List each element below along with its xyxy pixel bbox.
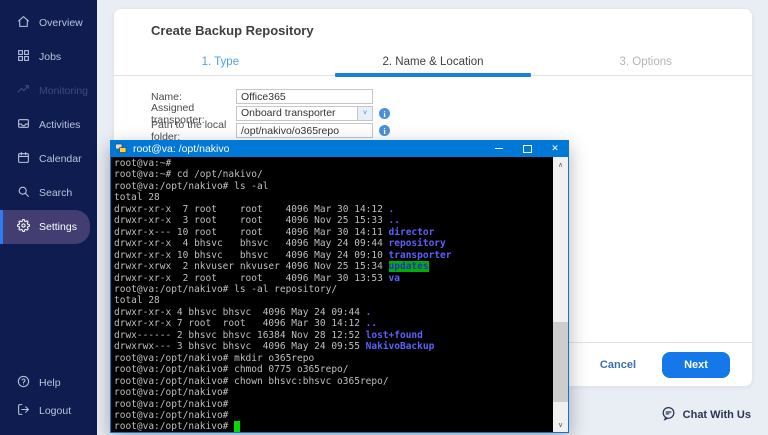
terminal-line: drwxr-xr-x 4 bhsvc bhsvc 4096 May 24 09:… — [114, 238, 552, 249]
info-icon[interactable]: i — [379, 125, 390, 136]
terminal-line: root@va:/opt/nakivo# ls -al — [114, 181, 552, 192]
next-button[interactable]: Next — [662, 352, 730, 378]
monitoring-icon — [17, 83, 30, 99]
sidebar-item-overview[interactable]: Overview — [0, 6, 90, 40]
terminal-line: root@va:/opt/nakivo# — [114, 399, 552, 410]
chat-bubble-icon — [661, 406, 676, 424]
terminal-scrollbar[interactable] — [553, 157, 568, 432]
terminal-line: root@va:~# — [114, 158, 552, 169]
terminal-line: root@va:/opt/nakivo# ls -al repository/ — [114, 284, 552, 295]
assigned-transporter-select[interactable]: Onboard transporter˅ — [236, 106, 373, 121]
sidebar-item-label: Settings — [39, 221, 77, 233]
sidebar-item-monitoring: Monitoring — [0, 74, 90, 108]
terminal-line: total 28 — [114, 192, 552, 203]
terminal-titlebar[interactable]: root@va: /opt/nakivo — [110, 140, 569, 157]
chat-with-us-label: Chat With Us — [683, 409, 751, 421]
sidebar-item-logout[interactable]: Logout — [0, 397, 90, 425]
sidebar-item-label: Jobs — [39, 51, 61, 63]
overview-icon — [17, 15, 30, 31]
scrollbar-thumb[interactable] — [553, 322, 568, 402]
terminal-line: root@va:/opt/nakivo# mkdir o365repo — [114, 353, 552, 364]
sidebar-item-label: Monitoring — [39, 85, 88, 97]
sidebar-item-help[interactable]: Help — [0, 369, 90, 397]
terminal-line: drwxr-xr-x 2 root root 4096 Mar 30 13:53… — [114, 273, 552, 284]
info-icon[interactable]: i — [379, 108, 390, 119]
terminal-line: total 28 — [114, 295, 552, 306]
tab-1-type[interactable]: 1. Type — [114, 51, 327, 75]
jobs-icon — [17, 49, 30, 65]
name-input[interactable] — [236, 89, 373, 104]
tab-3-options: 3. Options — [539, 51, 752, 75]
maximize-button[interactable] — [513, 140, 541, 157]
terminal-line: drwxr-xr-x 7 root root 4096 Mar 30 14:12… — [114, 318, 552, 329]
minimize-button[interactable] — [485, 140, 513, 157]
sidebar-item-label: Overview — [39, 17, 83, 29]
sidebar-item-label: Logout — [39, 405, 71, 417]
putty-terminal-window: root@va: /opt/nakivo root@va:~#root@va:~… — [110, 140, 569, 433]
settings-icon — [17, 219, 30, 235]
close-button[interactable] — [541, 140, 569, 157]
sidebar-item-calendar[interactable]: Calendar — [0, 142, 90, 176]
sidebar-item-label: Help — [39, 377, 61, 389]
sidebar-item-activities[interactable]: Activities — [0, 108, 90, 142]
calendar-icon — [17, 151, 30, 167]
terminal-window-controls — [485, 140, 569, 157]
terminal-line: drwxr-xr-x 10 bhsvc bhsvc 4096 May 24 09… — [114, 250, 552, 261]
terminal-title: root@va: /opt/nakivo — [133, 143, 229, 155]
wizard-form: Name:Assigned transporter:Onboard transp… — [151, 89, 390, 140]
activities-icon — [17, 117, 30, 133]
sidebar-item-settings[interactable]: Settings — [0, 210, 90, 244]
chat-with-us-button[interactable]: Chat With Us — [661, 406, 751, 424]
assigned-transporter-selected-value: Onboard transporter — [237, 107, 357, 120]
terminal-cursor — [234, 421, 240, 432]
terminal-line: root@va:~# cd /opt/nakivo/ — [114, 169, 552, 180]
sidebar: Overview Jobs Monitoring Activities Calendar… — [0, 0, 97, 435]
terminal-line: root@va:/opt/nakivo# — [114, 410, 552, 421]
terminal-line: drwxr-xr-x 4 bhsvc bhsvc 4096 May 24 09:… — [114, 307, 552, 318]
tab-2-name-location[interactable]: 2. Name & Location — [327, 51, 540, 75]
sidebar-item-label: Calendar — [39, 153, 82, 165]
putty-icon — [115, 143, 127, 154]
terminal-line: drwxr-xrwx 2 nkvuser nkvuser 4096 Nov 25… — [114, 261, 552, 272]
sidebar-item-label: Search — [39, 187, 72, 199]
sidebar-item-jobs[interactable]: Jobs — [0, 40, 90, 74]
path-to-the-local-folder-input[interactable] — [236, 123, 373, 138]
sidebar-footer-nav: Help Logout — [0, 369, 97, 425]
field-row-path-to-the-local-folder: Path to the local folder:i — [151, 123, 390, 138]
terminal-viewport: root@va:~#root@va:~# cd /opt/nakivo/root… — [111, 157, 568, 432]
scroll-down-arrow-icon[interactable] — [553, 418, 568, 431]
search-icon — [17, 185, 30, 201]
page-title: Create Backup Repository — [151, 23, 314, 38]
help-icon — [17, 375, 30, 391]
terminal-line: drwxrwx--- 3 bhsvc bhsvc 4096 May 24 09:… — [114, 341, 552, 352]
terminal-line: root@va:/opt/nakivo# chown bhsvc:bhsvc o… — [114, 376, 552, 387]
terminal-output[interactable]: root@va:~#root@va:~# cd /opt/nakivo/root… — [114, 158, 552, 432]
wizard-tabs: 1. Type2. Name & Location3. Options — [114, 51, 752, 76]
terminal-line: root@va:/opt/nakivo# chmod 0775 o365repo… — [114, 364, 552, 375]
terminal-line: drwxr-xr-x 3 root root 4096 Nov 25 15:33… — [114, 215, 552, 226]
sidebar-item-label: Activities — [39, 119, 80, 131]
sidebar-item-search[interactable]: Search — [0, 176, 90, 210]
terminal-line: root@va:/opt/nakivo# — [114, 421, 552, 432]
dropdown-arrow-icon[interactable]: ˅ — [357, 107, 372, 120]
cancel-button[interactable]: Cancel — [600, 359, 636, 371]
terminal-line: root@va:/opt/nakivo# — [114, 387, 552, 398]
terminal-line: drwx------ 2 bhsvc bhsvc 16384 Nov 28 12… — [114, 330, 552, 341]
scroll-up-arrow-icon[interactable] — [553, 158, 568, 171]
logout-icon — [17, 403, 30, 419]
sidebar-main-nav: Overview Jobs Monitoring Activities Calendar… — [0, 6, 97, 244]
terminal-line: drwxr-xr-x 7 root root 4096 Mar 30 14:12… — [114, 204, 552, 215]
terminal-line: drwxr-x--- 10 root root 4096 Mar 30 14:1… — [114, 227, 552, 238]
field-label-path-to-the-local-folder: Path to the local folder: — [151, 119, 236, 143]
